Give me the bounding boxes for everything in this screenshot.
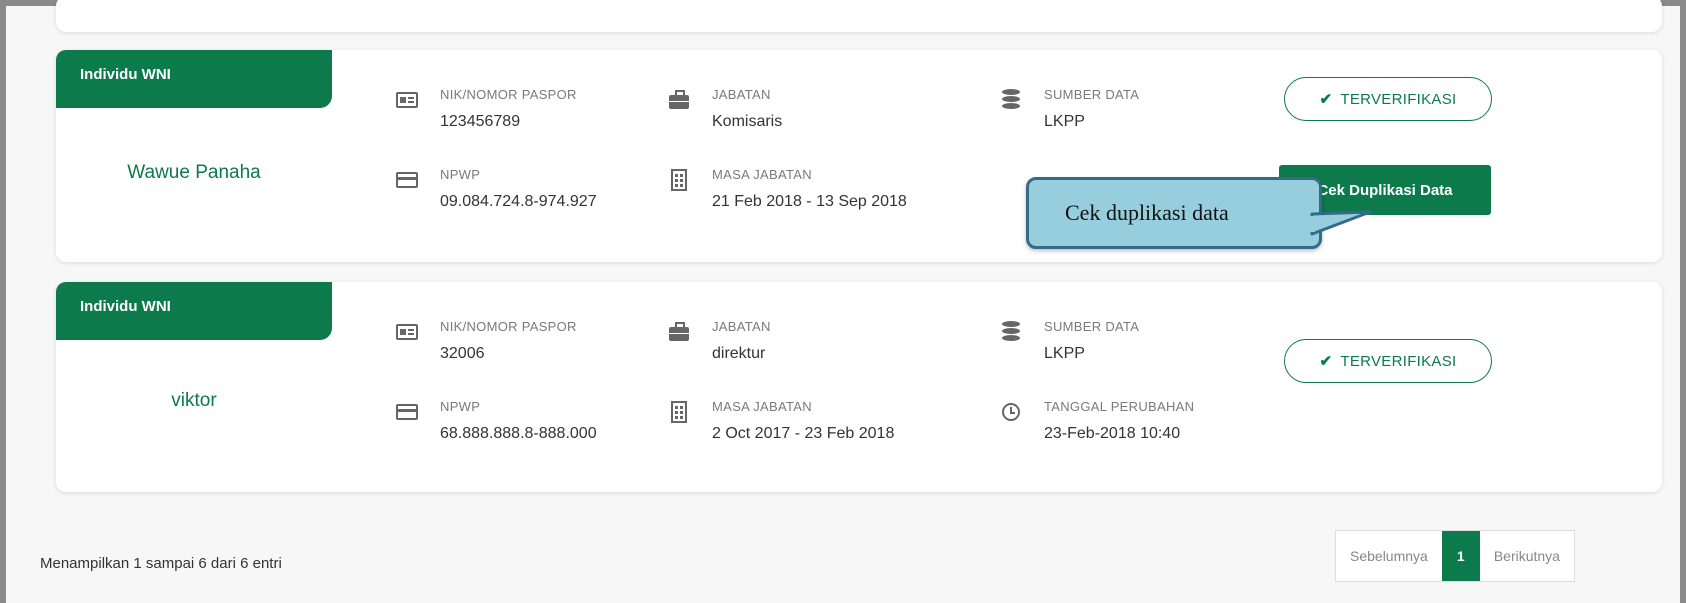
previous-card-edge (56, 0, 1662, 32)
pagination-page-1[interactable]: 1 (1441, 531, 1480, 581)
callout-annotation: Cek duplikasi data (1026, 177, 1322, 249)
sumber-data-value: LKPP (1044, 113, 1085, 130)
person-name: Wawue Panaha (127, 162, 261, 183)
credit-card-icon (396, 171, 418, 189)
verified-badge: ✔ TERVERIFIKASI (1284, 77, 1492, 121)
credit-card-icon (396, 403, 418, 421)
jabatan-value: direktur (712, 345, 766, 362)
jabatan-label: JABATAN (712, 319, 771, 334)
building-icon (668, 401, 690, 423)
building-icon (668, 169, 690, 191)
nik-value: 32006 (440, 345, 485, 362)
pagination: Sebelumnya 1 Berikutnya (1335, 530, 1575, 582)
npwp-label: NPWP (440, 167, 481, 182)
id-card-icon (396, 91, 418, 109)
check-icon: ✔ (1319, 91, 1333, 108)
pagination-next[interactable]: Berikutnya (1480, 531, 1574, 581)
tanggal-perubahan-label: TANGGAL PERUBAHAN (1044, 399, 1195, 414)
jabatan-value: Komisaris (712, 113, 783, 130)
check-icon: ✔ (1319, 353, 1333, 370)
person-card: Individu WNI Wawue Panaha NIK/NOMOR PASP… (56, 50, 1662, 262)
npwp-value: 09.084.724.8-974.927 (440, 193, 597, 210)
clock-icon (1000, 403, 1022, 421)
sumber-data-label: SUMBER DATA (1044, 319, 1140, 334)
entries-info: Menampilkan 1 sampai 6 dari 6 entri (40, 555, 282, 572)
database-icon (1000, 321, 1022, 341)
person-card: Individu WNI viktor NIK/NOMOR PASPOR 320… (56, 282, 1662, 492)
sumber-data-value: LKPP (1044, 345, 1085, 362)
briefcase-icon (668, 89, 690, 109)
person-name: viktor (171, 390, 217, 411)
npwp-label: NPWP (440, 399, 481, 414)
masa-jabatan-label: MASA JABATAN (712, 399, 812, 414)
nik-label: NIK/NOMOR PASPOR (440, 87, 577, 102)
nik-label: NIK/NOMOR PASPOR (440, 319, 577, 334)
tanggal-perubahan-value: 23-Feb-2018 10:40 (1044, 425, 1181, 442)
person-type-tag: Individu WNI (56, 282, 332, 340)
npwp-value: 68.888.888.8-888.000 (440, 425, 597, 442)
database-icon (1000, 89, 1022, 109)
verified-label: TERVERIFIKASI (1340, 352, 1457, 370)
briefcase-icon (668, 321, 690, 341)
masa-jabatan-value: 21 Feb 2018 - 13 Sep 2018 (712, 193, 907, 210)
pagination-prev[interactable]: Sebelumnya (1336, 531, 1442, 581)
verified-label: TERVERIFIKASI (1340, 90, 1457, 108)
jabatan-label: JABATAN (712, 87, 771, 102)
sumber-data-label: SUMBER DATA (1044, 87, 1140, 102)
masa-jabatan-label: MASA JABATAN (712, 167, 812, 182)
person-type-tag: Individu WNI (56, 50, 332, 108)
callout-pointer (1308, 210, 1372, 236)
verified-badge: ✔ TERVERIFIKASI (1284, 339, 1492, 383)
masa-jabatan-value: 2 Oct 2017 - 23 Feb 2018 (712, 425, 895, 442)
id-card-icon (396, 323, 418, 341)
nik-value: 123456789 (440, 113, 521, 130)
content-frame: Individu WNI Wawue Panaha NIK/NOMOR PASP… (0, 0, 1686, 603)
